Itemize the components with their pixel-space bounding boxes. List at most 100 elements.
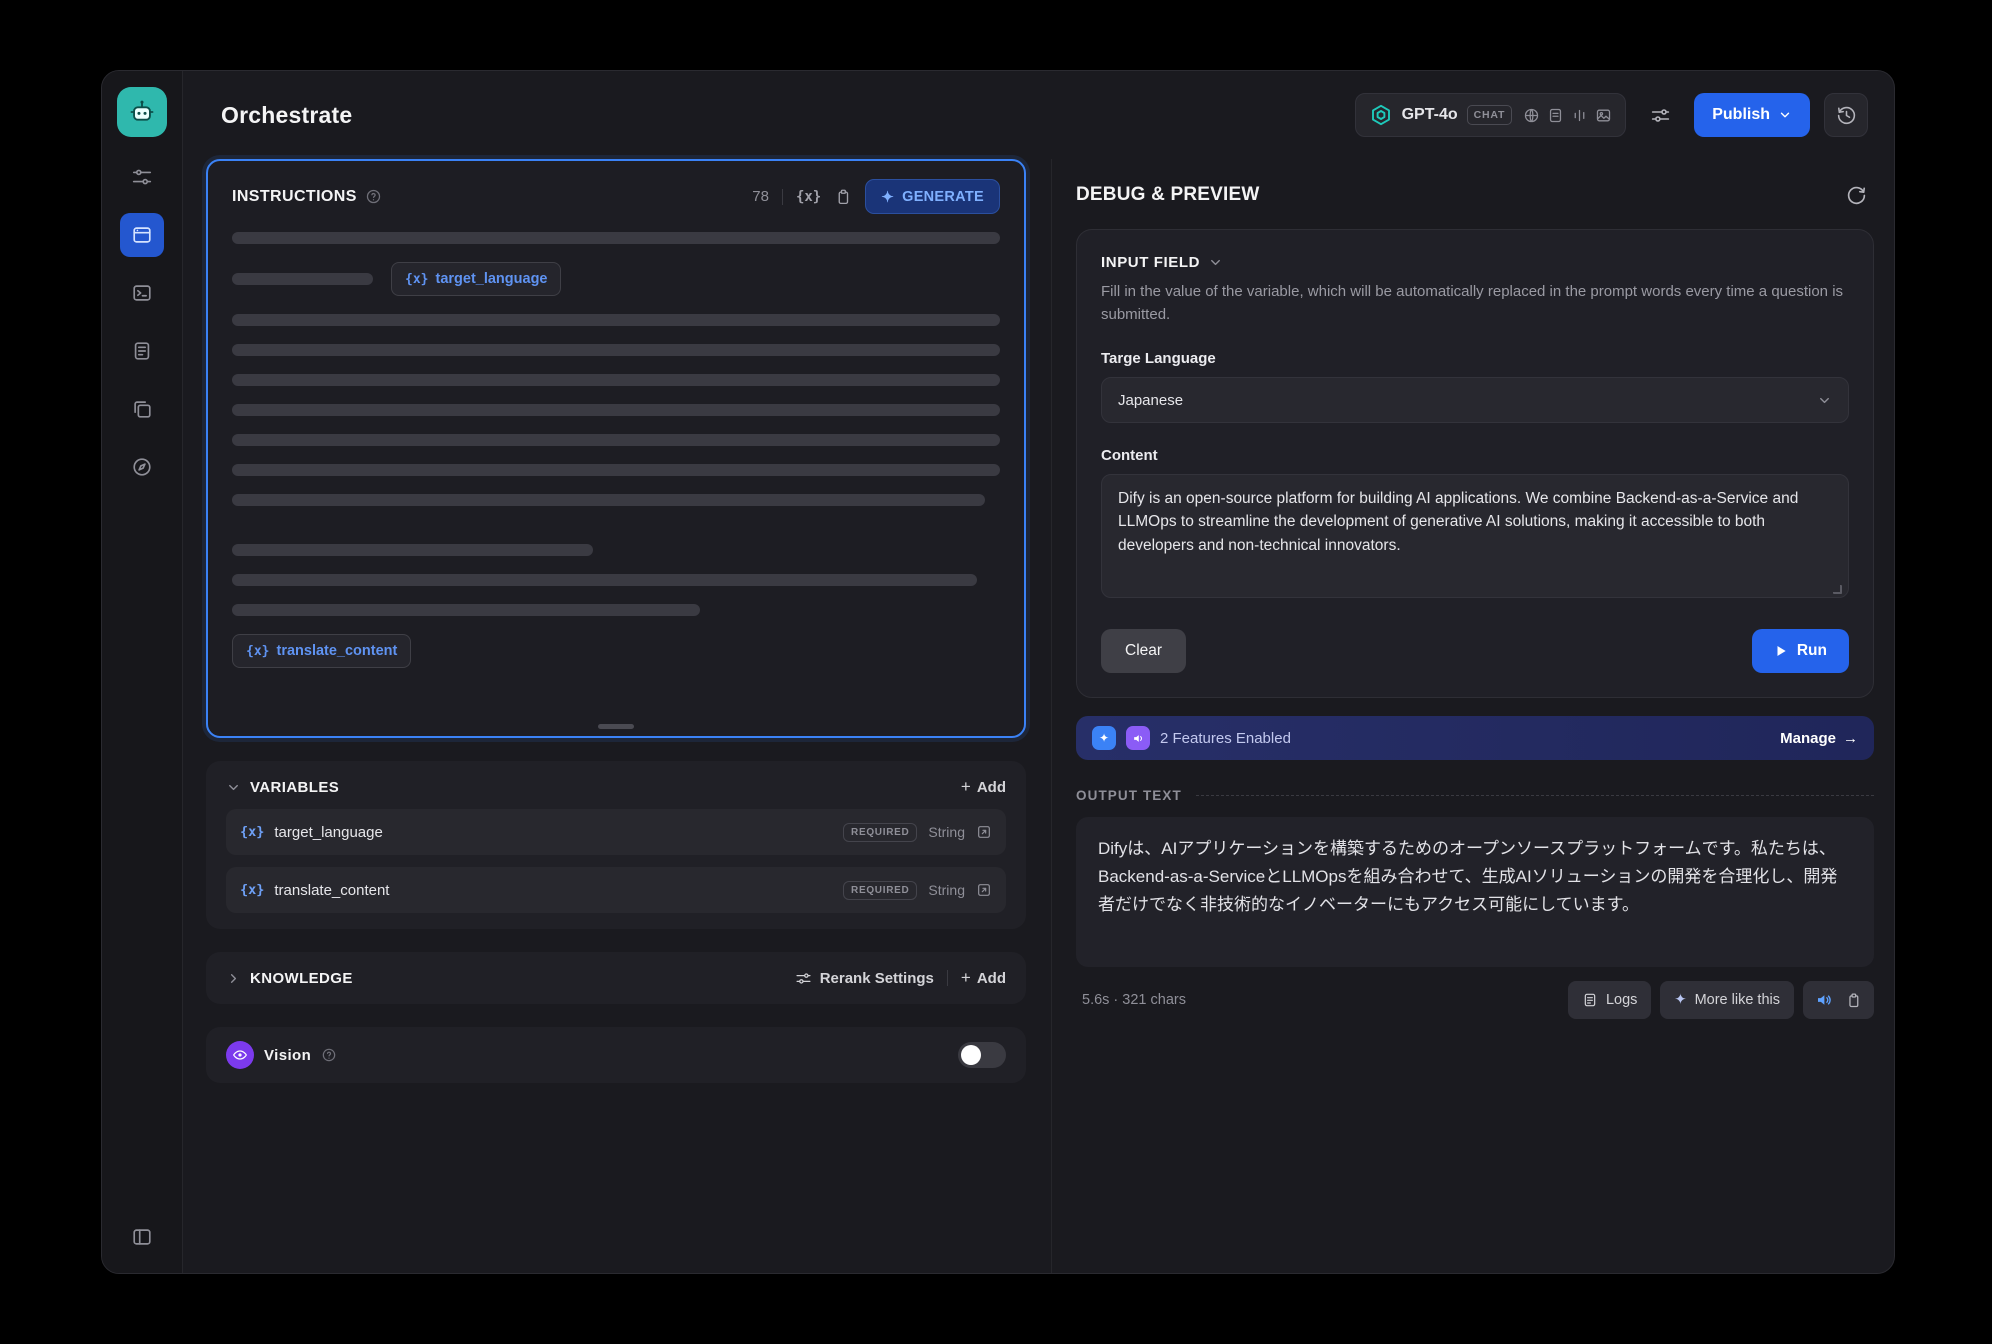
variable-type: String xyxy=(928,882,965,898)
features-enabled-text: 2 Features Enabled xyxy=(1160,730,1291,747)
output-text-title: OUTPUT TEXT xyxy=(1076,788,1182,803)
copy-output-icon[interactable] xyxy=(1845,992,1862,1009)
skeleton-line xyxy=(232,464,1000,476)
add-knowledge-button[interactable]: + Add xyxy=(961,968,1006,988)
capability-audio-icon xyxy=(1571,107,1588,124)
restart-debug-button[interactable] xyxy=(1838,177,1874,213)
app-logo-robot-icon[interactable] xyxy=(117,87,167,137)
model-tune-button[interactable] xyxy=(1640,95,1680,135)
content-label: Content xyxy=(1101,447,1849,464)
sliders-icon xyxy=(131,166,153,188)
variable-row[interactable]: {x} target_language REQUIRED String xyxy=(226,809,1006,855)
more-like-this-feature-icon: ✦ xyxy=(1092,726,1116,750)
instructions-title: INSTRUCTIONS xyxy=(232,188,357,206)
help-icon[interactable] xyxy=(365,188,382,205)
vision-toggle[interactable] xyxy=(958,1042,1006,1068)
speaker-icon[interactable] xyxy=(1815,991,1833,1009)
more-like-this-button[interactable]: ✦ More like this xyxy=(1660,981,1794,1019)
variable-icon: {x} xyxy=(240,882,264,898)
variable-name: target_language xyxy=(274,824,382,841)
divider xyxy=(782,189,783,205)
variable-row[interactable]: {x} translate_content REQUIRED String xyxy=(226,867,1006,913)
sidebar-item-terminal[interactable] xyxy=(120,271,164,315)
sidebar-item-orchestrate[interactable] xyxy=(120,213,164,257)
refresh-icon xyxy=(1846,185,1867,206)
annotation-copy-icon xyxy=(131,398,153,420)
logs-label: Logs xyxy=(1606,992,1637,1008)
model-mode-badge: CHAT xyxy=(1467,105,1513,125)
chevron-down-icon[interactable] xyxy=(226,780,241,795)
sparkle-icon: ✦ xyxy=(1674,992,1686,1008)
terminal-icon xyxy=(131,282,153,304)
debug-preview-pane: DEBUG & PREVIEW INPUT FIELD xyxy=(1052,159,1894,1273)
resize-corner-icon[interactable] xyxy=(1833,585,1842,594)
collapse-sidebar-button[interactable] xyxy=(120,1215,164,1259)
app-window: Orchestrate GPT-4o CHAT xyxy=(101,70,1895,1274)
play-icon xyxy=(1774,644,1788,658)
chip-label: translate_content xyxy=(276,643,397,659)
input-field-description: Fill in the value of the variable, which… xyxy=(1101,281,1849,326)
skeleton-line xyxy=(232,544,593,556)
input-field-header[interactable]: INPUT FIELD xyxy=(1101,254,1849,271)
variable-chip-translate-content[interactable]: {x} translate_content xyxy=(232,634,411,668)
orchestrate-pane: INSTRUCTIONS 78 {x} xyxy=(183,159,1052,1273)
sidebar-item-logs[interactable] xyxy=(120,329,164,373)
variable-name: translate_content xyxy=(274,882,389,899)
debug-preview-title: DEBUG & PREVIEW xyxy=(1076,184,1260,206)
sidebar-item-annotation[interactable] xyxy=(120,387,164,431)
target-language-select[interactable]: Japanese xyxy=(1101,377,1849,423)
add-variable-button[interactable]: + Add xyxy=(961,777,1006,797)
skeleton-line xyxy=(232,314,1000,326)
publish-label: Publish xyxy=(1712,106,1770,124)
run-button[interactable]: Run xyxy=(1752,629,1849,673)
variable-chip-target-language[interactable]: {x} target_language xyxy=(391,262,561,296)
toggle-knob xyxy=(961,1045,981,1065)
help-icon[interactable] xyxy=(321,1047,337,1063)
generate-label: GENERATE xyxy=(902,189,984,205)
output-stats: 5.6s · 321 chars xyxy=(1082,992,1186,1008)
resize-handle[interactable] xyxy=(598,724,634,729)
features-bar: ✦ 2 Features Enabled Manage → xyxy=(1076,716,1874,760)
skeleton-line xyxy=(232,232,1000,244)
run-label: Run xyxy=(1797,642,1827,660)
target-language-label: Targe Language xyxy=(1101,350,1849,367)
sidebar-item-settings[interactable] xyxy=(120,155,164,199)
content-textarea[interactable]: Dify is an open-source platform for buil… xyxy=(1101,474,1849,598)
dashed-divider xyxy=(1196,795,1874,796)
skeleton-line xyxy=(232,374,1000,386)
openai-icon xyxy=(1369,103,1393,127)
variables-card: VARIABLES + Add {x} target_language REQU… xyxy=(206,761,1026,929)
skeleton-line xyxy=(232,273,373,285)
variable-icon: {x} xyxy=(405,272,428,287)
required-badge: REQUIRED xyxy=(843,823,917,842)
top-bar: Orchestrate GPT-4o CHAT xyxy=(183,71,1894,159)
edit-variable-icon[interactable] xyxy=(976,824,992,840)
variable-type: String xyxy=(928,824,965,840)
more-like-this-label: More like this xyxy=(1695,992,1780,1008)
capability-image-icon xyxy=(1595,107,1612,124)
skeleton-line xyxy=(232,494,985,506)
prompt-skeleton: {x} target_language xyxy=(232,232,1000,668)
chevron-down-icon xyxy=(1778,108,1792,122)
publish-button[interactable]: Publish xyxy=(1694,93,1810,137)
model-selector[interactable]: GPT-4o CHAT xyxy=(1355,93,1627,137)
copy-prompt-icon[interactable] xyxy=(834,188,852,206)
rerank-settings-button[interactable]: Rerank Settings xyxy=(795,970,934,987)
sparkle-icon: ✦ xyxy=(881,188,894,206)
chevron-right-icon[interactable] xyxy=(226,971,241,986)
logs-button[interactable]: Logs xyxy=(1568,981,1651,1019)
capability-doc-icon xyxy=(1547,107,1564,124)
instructions-char-count: 78 xyxy=(752,188,769,205)
history-icon xyxy=(1836,105,1857,126)
manage-features-button[interactable]: Manage → xyxy=(1780,730,1858,747)
sidebar-item-monitoring[interactable] xyxy=(120,445,164,489)
vision-card: Vision xyxy=(206,1027,1026,1083)
edit-variable-icon[interactable] xyxy=(976,882,992,898)
clear-button[interactable]: Clear xyxy=(1101,629,1186,673)
sidebar xyxy=(102,71,183,1273)
divider xyxy=(947,970,948,986)
required-badge: REQUIRED xyxy=(843,881,917,900)
insert-variable-icon[interactable]: {x} xyxy=(796,189,821,205)
history-button[interactable] xyxy=(1824,93,1868,137)
generate-button[interactable]: ✦ GENERATE xyxy=(865,179,1000,214)
